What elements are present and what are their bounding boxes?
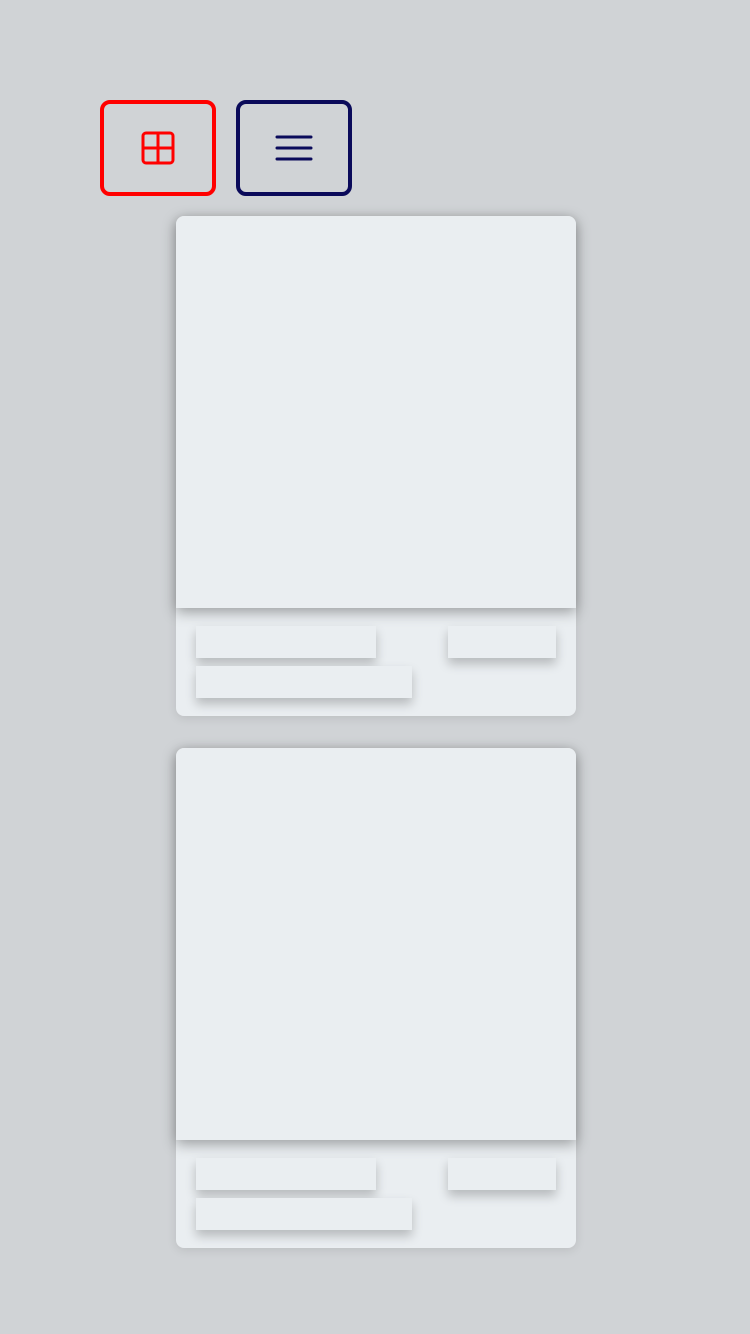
title-placeholder	[196, 1158, 376, 1190]
price-placeholder	[448, 626, 556, 658]
grid-view-button[interactable]	[100, 100, 216, 196]
price-placeholder	[448, 1158, 556, 1190]
subtitle-placeholder	[196, 1198, 412, 1230]
title-placeholder	[196, 626, 376, 658]
subtitle-placeholder	[196, 666, 412, 698]
card-image-placeholder	[176, 216, 576, 608]
list-view-button[interactable]	[236, 100, 352, 196]
product-card[interactable]	[176, 748, 576, 1248]
product-card[interactable]	[176, 216, 576, 716]
card-image-placeholder	[176, 748, 576, 1140]
grid-icon	[141, 131, 175, 165]
menu-icon	[275, 135, 313, 161]
